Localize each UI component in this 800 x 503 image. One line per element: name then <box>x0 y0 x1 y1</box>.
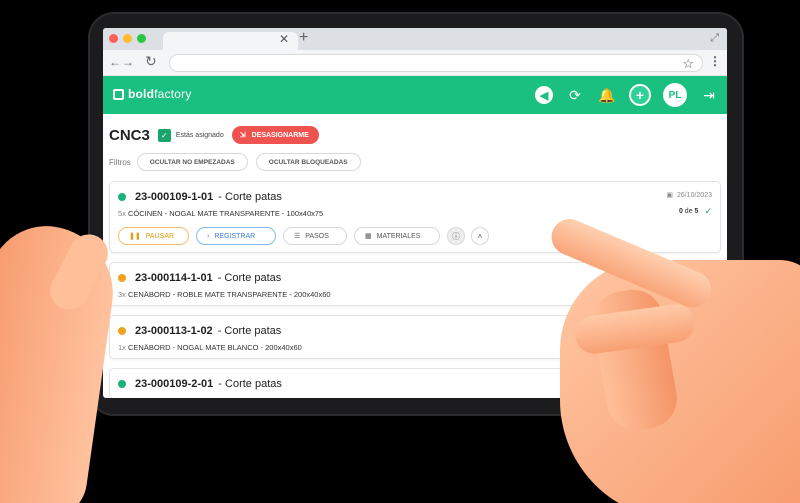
filter-chip-hide-not-started[interactable]: OCULTAR NO EMPEZADAS <box>136 153 248 171</box>
bell-icon[interactable]: 🔔 <box>597 85 617 105</box>
filters-label: Filtros <box>109 157 131 167</box>
window-controls <box>109 34 146 43</box>
refresh-icon[interactable]: ⟳ <box>565 85 585 105</box>
status-dot <box>118 274 126 282</box>
assigned-check-icon: ✓ <box>157 128 171 142</box>
status-dot <box>118 380 126 388</box>
header-actions: ◀ ⟳ 🔔 + PL ⇥ <box>535 83 719 107</box>
bookmark-star-icon[interactable]: ☆ <box>682 56 694 72</box>
back-forward-icons[interactable]: ←→ <box>109 55 135 69</box>
workcenter-row: CNC3 ✓ Estás asignado ⇲ DESASIGNARME <box>109 122 721 148</box>
browser-menu-icon[interactable]: ⋮ <box>709 54 721 68</box>
check-icon: ✓ <box>704 206 712 216</box>
assigned-text: Estás asignado <box>175 131 224 139</box>
order-code: 23-000109-2-01 <box>135 378 214 390</box>
browser-tab[interactable] <box>163 32 298 50</box>
filters-row: Filtros OCULTAR NO EMPEZADAS OCULTAR BLO… <box>109 150 721 174</box>
order-operation: - Corte patas <box>217 272 282 284</box>
reload-icon[interactable]: ↻ <box>145 53 157 70</box>
status-dot <box>118 193 126 201</box>
steps-button[interactable]: ☰ PASOS <box>283 227 347 245</box>
materials-button[interactable]: ▦ MATERIALES <box>354 227 440 245</box>
filter-chip-hide-blocked[interactable]: OCULTAR BLOQUEADAS <box>255 153 361 171</box>
close-tab-icon[interactable]: ✕ <box>279 32 289 46</box>
order-progress: 0 de 5 ✓ <box>678 206 712 216</box>
app-logo: boldfactory <box>113 87 192 101</box>
grid-icon: ▦ <box>365 233 372 240</box>
add-button[interactable]: + <box>629 84 651 106</box>
close-window-button[interactable] <box>109 34 118 43</box>
page-title: CNC3 <box>109 126 150 144</box>
maximize-window-button[interactable] <box>137 34 146 43</box>
status-dot <box>118 327 126 335</box>
order-code: 23-000114-1-01 <box>135 272 213 284</box>
unassign-button[interactable]: ⇲ DESASIGNARME <box>231 126 319 144</box>
order-date: ▣ 26/10/2023 <box>666 191 712 200</box>
order-code: 23-000109-1-01 <box>135 191 214 203</box>
order-operation: - Corte patas <box>218 378 282 390</box>
order-operation: - Corte patas <box>218 191 282 203</box>
list-icon: ☰ <box>294 233 301 240</box>
url-input[interactable]: ☆ <box>169 54 703 72</box>
order-description: 5x CÓCINEN - NOGAL MATE TRANSPARENTE - 1… <box>118 209 324 218</box>
exit-icon: ⇲ <box>239 132 246 139</box>
app-header: boldfactory ◀ ⟳ 🔔 + PL ⇥ <box>103 76 727 114</box>
pause-icon: ❚❚ <box>129 233 141 240</box>
minimize-window-button[interactable] <box>123 34 132 43</box>
chevron-right-icon: › <box>207 232 210 240</box>
fullscreen-icon[interactable]: ⤢ <box>710 32 719 45</box>
browser-address-bar: ←→ ↻ ☆ ⋮ <box>103 50 727 76</box>
browser-tabbar: ✕ + ⤢ <box>103 28 727 50</box>
back-icon[interactable]: ◀ <box>535 86 553 104</box>
order-operation: - Corte patas <box>217 325 282 337</box>
order-code: 23-000113-1-02 <box>135 325 213 337</box>
pause-button[interactable]: ❚❚ PAUSAR <box>118 227 189 245</box>
new-tab-icon[interactable]: + <box>299 30 308 46</box>
user-avatar[interactable]: PL <box>663 83 687 107</box>
calendar-icon: ▣ <box>666 192 673 199</box>
register-button[interactable]: › REGISTRAR <box>196 227 276 245</box>
logo-mark-icon <box>113 88 124 100</box>
logout-icon[interactable]: ⇥ <box>699 85 719 105</box>
info-icon[interactable]: ⓘ <box>447 227 465 245</box>
chevron-up-icon[interactable]: ˄ <box>471 227 489 245</box>
